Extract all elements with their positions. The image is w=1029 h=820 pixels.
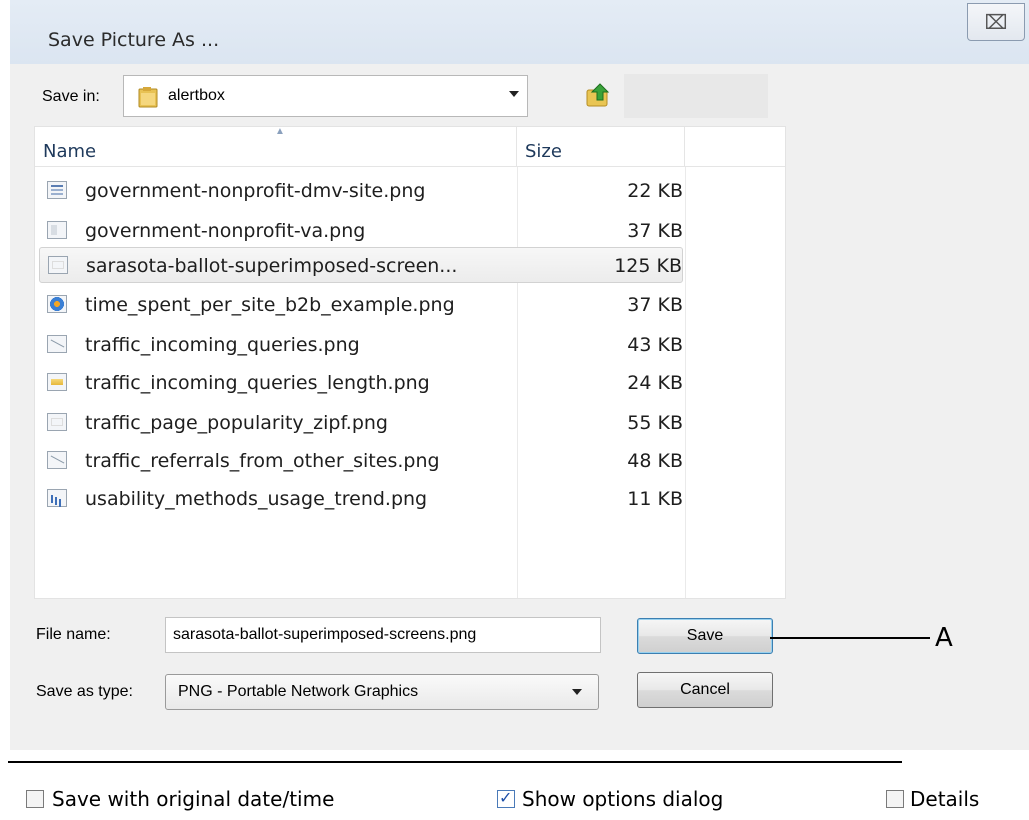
- file-name: government-nonprofit-va.png: [85, 220, 366, 242]
- file-size: 37 KB: [627, 294, 683, 316]
- file-list: ▲ Name Size government-nonprofit-dmv-sit…: [34, 126, 786, 599]
- sort-up-icon: ▲: [275, 126, 285, 137]
- file-name-label: File name:: [36, 626, 111, 643]
- image-file-icon: [47, 335, 67, 353]
- column-header-name-label: Name: [43, 141, 97, 162]
- details-checkbox[interactable]: [886, 790, 904, 808]
- cancel-button[interactable]: Cancel: [637, 672, 773, 708]
- file-row[interactable]: traffic_page_popularity_zipf.png 55 KB: [39, 405, 683, 441]
- save-as-type-dropdown[interactable]: PNG - Portable Network Graphics: [165, 674, 599, 710]
- file-row[interactable]: time_spent_per_site_b2b_example.png 37 K…: [39, 287, 683, 323]
- file-name: sarasota-ballot-superimposed-screen...: [86, 255, 458, 277]
- file-size: 43 KB: [627, 334, 683, 356]
- image-file-icon: [47, 413, 67, 431]
- save-as-type-value: PNG - Portable Network Graphics: [178, 683, 419, 700]
- file-name: traffic_incoming_queries.png: [85, 334, 360, 356]
- column-header-name[interactable]: ▲ Name: [35, 126, 517, 167]
- file-row[interactable]: traffic_incoming_queries_length.png 24 K…: [39, 365, 683, 401]
- title-bar: Save Picture As ...: [10, 0, 1029, 64]
- dialog-title: Save Picture As ...: [48, 29, 220, 51]
- save-picture-dialog: Save Picture As ... ⌧ Save in: alertbox …: [0, 0, 1029, 820]
- image-file-icon: [47, 451, 67, 469]
- save-as-type-label: Save as type:: [36, 683, 133, 700]
- save-in-dropdown[interactable]: alertbox: [123, 75, 528, 117]
- column-divider: [685, 167, 686, 598]
- file-size: 11 KB: [627, 488, 683, 510]
- up-folder-icon[interactable]: [584, 80, 614, 110]
- callout-label: A: [935, 623, 953, 653]
- show-options-label: Show options dialog: [522, 787, 724, 811]
- file-size: 48 KB: [627, 450, 683, 472]
- pie-chart-file-icon: [47, 295, 67, 313]
- image-file-icon: [48, 256, 68, 274]
- toolbar-placeholder: [624, 74, 768, 118]
- file-row[interactable]: traffic_referrals_from_other_sites.png 4…: [39, 443, 683, 479]
- close-button[interactable]: ⌧: [967, 3, 1025, 41]
- file-size: 125 KB: [614, 255, 682, 277]
- save-in-label: Save in:: [42, 88, 100, 105]
- file-size: 55 KB: [627, 412, 683, 434]
- save-date-label: Save with original date/time: [52, 787, 335, 811]
- save-date-checkbox[interactable]: [26, 790, 44, 808]
- file-row[interactable]: government-nonprofit-dmv-site.png 22 KB: [39, 173, 683, 209]
- file-name: traffic_page_popularity_zipf.png: [85, 412, 388, 434]
- file-name: usability_methods_usage_trend.png: [85, 488, 428, 510]
- file-row[interactable]: usability_methods_usage_trend.png 11 KB: [39, 481, 683, 517]
- save-button[interactable]: Save: [637, 618, 773, 654]
- column-header-size[interactable]: Size: [517, 127, 685, 167]
- file-size: 24 KB: [627, 372, 683, 394]
- column-header-empty: [685, 127, 785, 167]
- details-label: Details: [910, 787, 980, 811]
- chevron-down-icon: [572, 689, 582, 695]
- chart-file-icon: [47, 489, 67, 507]
- file-row[interactable]: government-nonprofit-va.png 37 KB: [39, 213, 683, 249]
- show-options-checkbox[interactable]: [497, 788, 515, 808]
- callout-line: [770, 637, 930, 639]
- chevron-down-icon: [509, 91, 519, 97]
- file-row[interactable]: traffic_incoming_queries.png 43 KB: [39, 327, 683, 363]
- file-name: government-nonprofit-dmv-site.png: [85, 180, 426, 202]
- file-name: traffic_incoming_queries_length.png: [85, 372, 430, 394]
- file-row-selected[interactable]: sarasota-ballot-superimposed-screen... 1…: [39, 247, 683, 283]
- image-file-icon: [47, 221, 67, 239]
- folder-icon: [138, 87, 158, 108]
- file-name: traffic_referrals_from_other_sites.png: [85, 450, 440, 472]
- file-size: 22 KB: [627, 180, 683, 202]
- file-name-input[interactable]: sarasota-ballot-superimposed-screens.png: [165, 617, 601, 653]
- image-file-icon: [47, 181, 67, 199]
- save-in-value: alertbox: [168, 87, 225, 104]
- separator-line: [8, 761, 902, 763]
- column-header-size-label: Size: [525, 141, 562, 162]
- file-size: 37 KB: [627, 220, 683, 242]
- image-file-icon: [47, 373, 67, 391]
- file-name: time_spent_per_site_b2b_example.png: [85, 294, 455, 316]
